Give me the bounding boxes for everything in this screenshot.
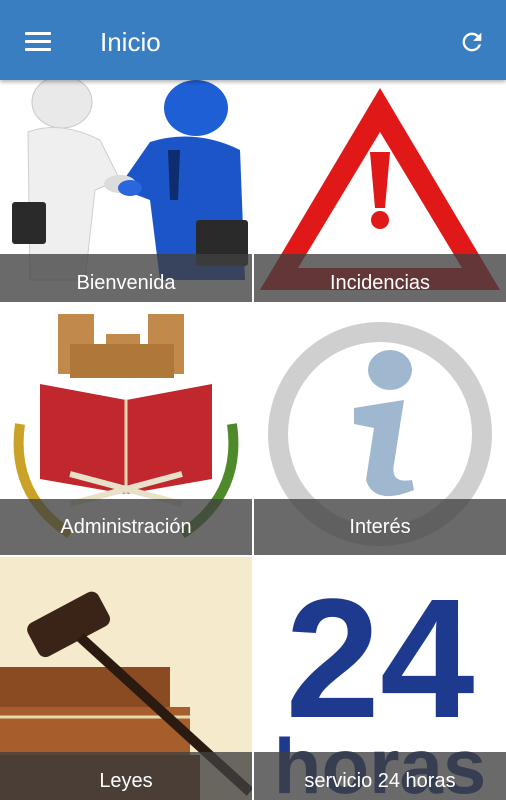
- menu-grid: Bienvenida Incidencias Administración In…: [0, 80, 506, 800]
- tile-bienvenida[interactable]: Bienvenida: [0, 80, 252, 302]
- app-bar: Inicio: [0, 0, 506, 80]
- tile-label: Administración: [0, 499, 252, 555]
- page-title: Inicio: [100, 27, 161, 57]
- tile-interes[interactable]: Interés: [254, 304, 506, 555]
- tile-label: Interés: [254, 499, 506, 555]
- tile-label: servicio 24 horas: [254, 752, 506, 800]
- tile-label: Leyes: [0, 752, 252, 800]
- tile-servicio-24-horas[interactable]: 24 horas servicio 24 horas: [254, 557, 506, 800]
- tile-label: Bienvenida: [0, 254, 252, 302]
- refresh-icon[interactable]: [458, 28, 486, 56]
- hamburger-menu-icon[interactable]: [18, 24, 58, 58]
- tile-incidencias[interactable]: Incidencias: [254, 80, 506, 302]
- tile-administracion[interactable]: Administración: [0, 304, 252, 555]
- tile-leyes[interactable]: Leyes: [0, 557, 252, 800]
- tile-label: Incidencias: [254, 254, 506, 302]
